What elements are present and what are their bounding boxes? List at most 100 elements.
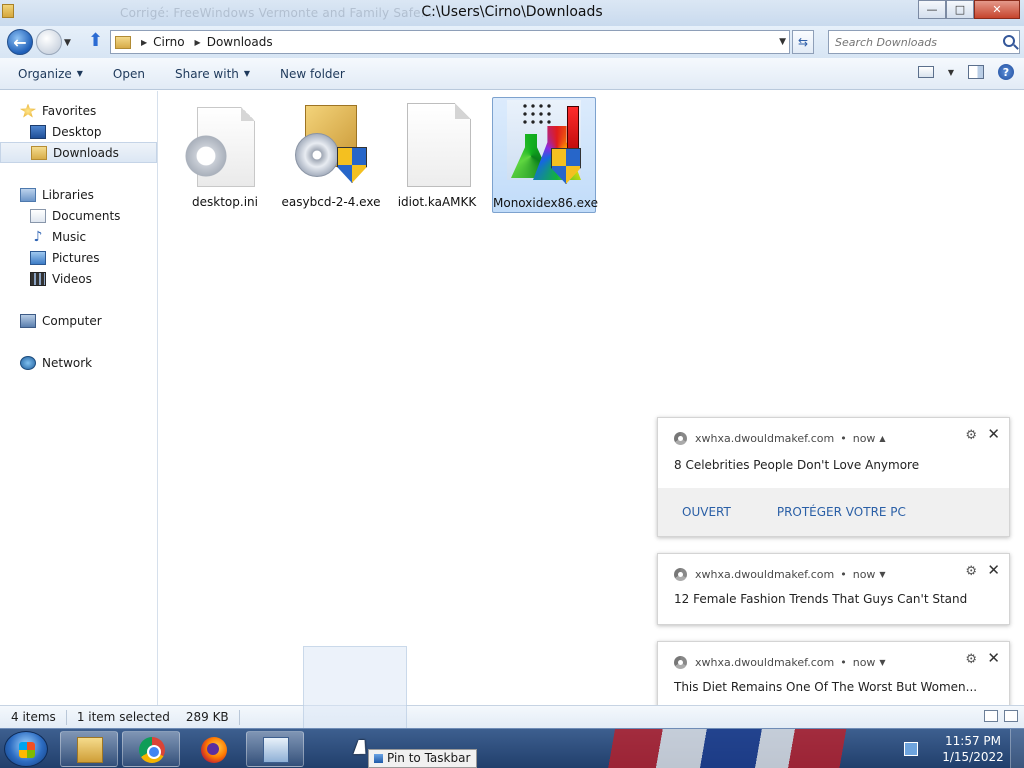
network-icon[interactable]	[904, 742, 918, 756]
nav-label: Network	[42, 355, 93, 370]
open-action-button[interactable]: OUVERT	[682, 505, 731, 519]
chemistry-app-icon	[503, 98, 585, 186]
chevron-right-icon: ▶	[194, 37, 201, 47]
taskbar: 11:57 PM 1/15/2022	[0, 728, 1024, 768]
nav-label: Documents	[52, 208, 121, 223]
view-options-dropdown-icon[interactable]: ▼	[948, 68, 954, 77]
address-dropdown-icon[interactable]: ▼	[779, 37, 786, 47]
protect-pc-action-button[interactable]: PROTÉGER VOTRE PC	[777, 505, 906, 519]
address-bar[interactable]: ▶ Cirno ▶ Downloads ▼	[110, 30, 790, 54]
desktop-icon	[30, 124, 46, 139]
selection-size: 289 KB	[185, 709, 229, 724]
nav-label: Favorites	[42, 103, 97, 118]
nav-documents[interactable]: Documents	[0, 205, 157, 226]
notification-source: xwhxa.dwouldmakef.com	[695, 432, 835, 445]
file-name: Monoxidex86.exe	[493, 196, 598, 210]
preview-pane-icon[interactable]	[968, 65, 984, 79]
separator-dot: •	[840, 568, 847, 581]
large-icons-view-icon[interactable]	[1004, 710, 1018, 722]
forward-button[interactable]	[36, 29, 62, 55]
file-item[interactable]: desktop.ini	[173, 97, 277, 213]
breadcrumb-cirno[interactable]: ▶ Cirno	[141, 35, 185, 49]
file-item-selected[interactable]: Monoxidex86.exe	[492, 97, 598, 213]
nav-desktop[interactable]: Desktop	[0, 121, 157, 142]
nav-downloads[interactable]: Downloads	[0, 142, 157, 163]
notification-card[interactable]: xwhxa.dwouldmakef.com • now ▼ ⚙ ✕ This D…	[657, 641, 1010, 713]
view-controls: ▼ ?	[917, 64, 1014, 80]
documents-icon	[30, 208, 46, 223]
item-count: 4 items	[0, 709, 67, 725]
nav-label: Computer	[42, 313, 102, 328]
taskbar-chrome-button[interactable]	[122, 731, 180, 767]
help-icon[interactable]: ?	[998, 64, 1014, 80]
new-folder-button[interactable]: New folder	[280, 67, 345, 81]
clock-time: 11:57 PM	[945, 734, 1001, 748]
system-tray: 11:57 PM 1/15/2022	[904, 729, 1024, 768]
title-bar: Corrigé: FreeWindows Vermonte and Family…	[0, 0, 1024, 26]
start-button[interactable]	[4, 731, 48, 767]
status-bar: 4 items 1 item selected 289 KB	[0, 705, 1024, 728]
star-icon	[20, 103, 36, 118]
nav-pictures[interactable]: Pictures	[0, 247, 157, 268]
taskbar-firefox-button[interactable]	[184, 731, 242, 767]
maximize-button[interactable]: □	[946, 0, 974, 19]
clock[interactable]: 11:57 PM 1/15/2022	[936, 733, 1010, 765]
close-icon[interactable]: ✕	[987, 425, 1000, 443]
notification-source: xwhxa.dwouldmakef.com	[695, 656, 835, 669]
recent-pages-dropdown[interactable]: ▼	[64, 38, 71, 48]
nav-label: Videos	[52, 271, 92, 286]
notification-card[interactable]: xwhxa.dwouldmakef.com • now ▼ ⚙ ✕ 12 Fem…	[657, 553, 1010, 625]
close-icon[interactable]: ✕	[987, 561, 1000, 579]
chrome-icon	[139, 737, 165, 763]
chevron-up-icon[interactable]: ▲	[879, 434, 885, 443]
notification-header: xwhxa.dwouldmakef.com • now ▼	[674, 568, 886, 581]
nav-videos[interactable]: Videos	[0, 268, 157, 289]
separator-dot: •	[840, 656, 847, 669]
wallpaper-strip	[560, 729, 920, 768]
minimize-button[interactable]: —	[918, 0, 946, 19]
open-button[interactable]: Open	[113, 67, 145, 81]
back-button[interactable]: ←	[7, 29, 33, 55]
gear-icon[interactable]: ⚙	[965, 428, 977, 443]
nav-computer[interactable]: Computer	[0, 310, 157, 331]
change-view-icon[interactable]	[917, 66, 934, 78]
refresh-icon: ⇆	[797, 35, 809, 49]
nav-network[interactable]: Network	[0, 352, 157, 373]
show-desktop-button[interactable]	[1010, 729, 1024, 768]
gear-icon[interactable]: ⚙	[965, 652, 977, 667]
notification-header: xwhxa.dwouldmakef.com • now ▲	[674, 432, 886, 445]
search-box[interactable]	[828, 30, 1020, 54]
notification-time: now	[852, 568, 876, 581]
details-view-icon[interactable]	[984, 710, 998, 722]
up-folder-icon[interactable]: ⬆	[88, 32, 106, 52]
film-strip-icon	[30, 271, 46, 286]
nav-label: Pictures	[52, 250, 100, 265]
firefox-icon	[201, 737, 227, 763]
nav-music[interactable]: ♪ Music	[0, 226, 157, 247]
address-row: ← ▼ ⬆ ▶ Cirno ▶ Downloads ▼ ⇆	[0, 26, 1024, 58]
organize-button[interactable]: Organize ▼	[18, 67, 83, 81]
nav-label: Libraries	[42, 187, 94, 202]
nav-libraries[interactable]: Libraries	[0, 184, 157, 205]
command-bar: Organize ▼ Open Share with ▼ New folder ▼ …	[0, 58, 1024, 90]
file-item[interactable]: idiot.kaAMKK	[385, 97, 489, 213]
nav-favorites[interactable]: Favorites	[0, 100, 157, 121]
search-icon[interactable]	[1003, 35, 1015, 47]
breadcrumb-downloads[interactable]: ▶ Downloads	[195, 35, 273, 49]
chevron-down-icon[interactable]: ▼	[879, 658, 885, 667]
gear-icon[interactable]: ⚙	[965, 564, 977, 579]
taskbar-explorer-button[interactable]	[60, 731, 118, 767]
share-with-button[interactable]: Share with ▼	[175, 67, 250, 81]
refresh-button[interactable]: ⇆	[792, 30, 814, 54]
uac-shield-icon	[337, 147, 367, 183]
organize-label: Organize	[18, 66, 72, 81]
chevron-down-icon[interactable]: ▼	[879, 570, 885, 579]
file-item[interactable]: easybcd-2-4.exe	[279, 97, 383, 213]
search-input[interactable]	[835, 32, 995, 52]
notification-card[interactable]: xwhxa.dwouldmakef.com • now ▲ ⚙ ✕ 8 Cele…	[657, 417, 1010, 537]
taskbar-control-panel-button[interactable]	[246, 731, 304, 767]
computer-icon	[20, 313, 36, 328]
close-button[interactable]: ✕	[974, 0, 1020, 19]
close-icon[interactable]: ✕	[987, 649, 1000, 667]
pictures-icon	[30, 250, 46, 265]
